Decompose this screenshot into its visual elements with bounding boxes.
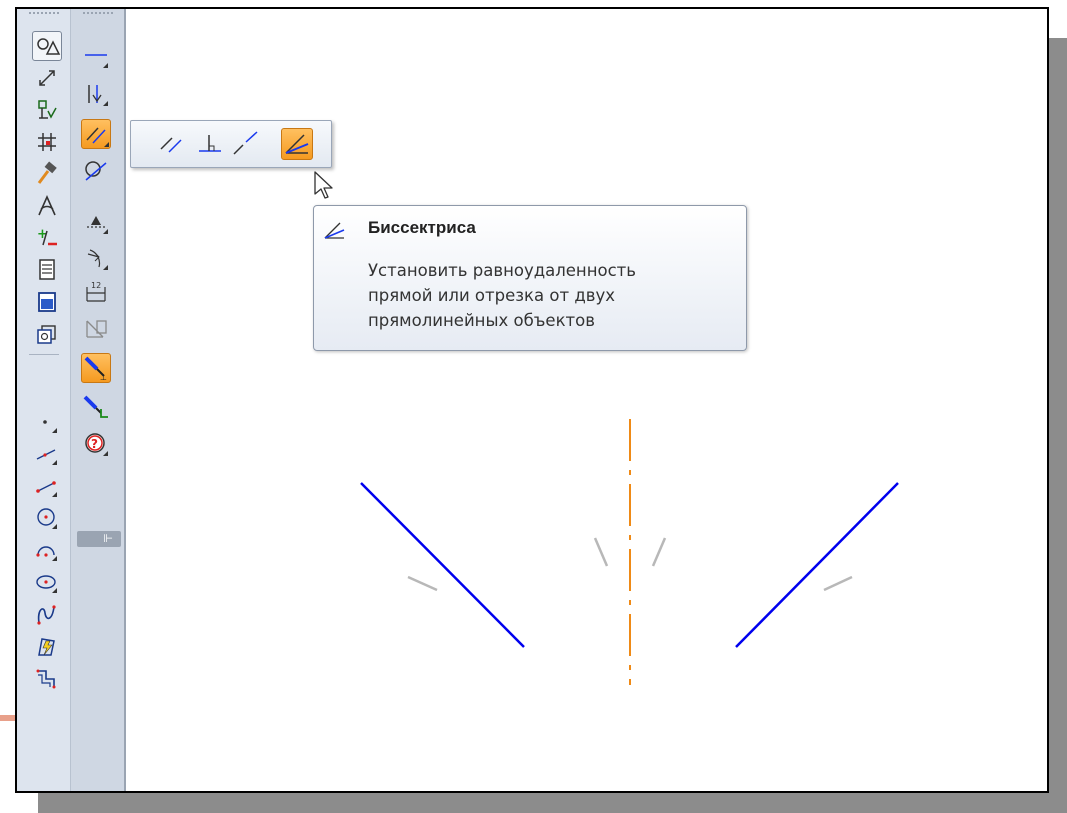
tooltip-description-line: Установить равноудаленность [368,261,637,280]
parallel-icon[interactable] [157,129,187,159]
mixed-icon[interactable] [32,631,62,661]
constraints-toolbar: 12 ⊥ ? ⊩ [71,9,126,791]
contour-icon[interactable] [32,663,62,693]
fix-point-icon[interactable] [81,79,111,109]
mouse-cursor-icon [314,171,333,199]
dimension-12-icon[interactable]: 12 [81,277,111,307]
edit-hammer-icon[interactable] [32,159,62,189]
parametrize-icon[interactable]: + [32,223,62,253]
dimension-icon[interactable] [32,63,62,93]
grid-icon[interactable] [32,127,62,157]
perpendicular-icon[interactable] [195,129,225,159]
circle-icon[interactable] [32,503,62,533]
dependency-icon [81,313,111,343]
bisector-icon [324,222,345,239]
line-icon[interactable] [32,439,62,469]
spline-icon[interactable] [32,599,62,629]
compact-toolbar: + [17,9,71,791]
arc-icon[interactable] [32,535,62,565]
angle-icon[interactable] [81,243,111,273]
constraint-icon[interactable] [32,95,62,125]
symmetry-icon[interactable] [81,207,111,237]
parallel-flyout-menu [130,120,332,168]
tangent-icon[interactable] [81,157,111,187]
auto-constraint-icon[interactable]: ⊥ [81,353,111,383]
tooltip-description-line: прямой или отрезка от двух [368,286,615,305]
hint-mark-center-left [593,537,609,567]
help-icon[interactable]: ? [81,429,111,459]
svg-text:⊥: ⊥ [100,373,107,382]
segment-icon[interactable] [32,471,62,501]
tooltip-description-line: прямолинейных объектов [368,311,595,330]
expand-panel-button[interactable]: ⊩ [77,531,121,547]
bisector-icon[interactable] [281,128,313,160]
view-icon[interactable] [32,287,62,317]
toolbar-separator [29,354,59,355]
spec-sheet-icon[interactable] [32,255,62,285]
toolbar-grip[interactable] [29,12,59,18]
svg-text:?: ? [91,437,98,451]
tooltip-title: Биссектриса [368,218,476,237]
point-on-curve-icon[interactable] [81,393,111,423]
hint-mark-left [407,575,438,592]
application-window: + 12 ⊥ ? ⊩ Биссектриса Установить равноу… [15,7,1049,793]
right-blue-line [735,482,899,648]
horizontal-icon[interactable] [81,41,111,71]
bisector-tooltip: Биссектриса Установить равноудаленность … [313,205,747,351]
toolbar-grip[interactable] [83,12,113,18]
tooltip-description: Установить равноудаленность прямой или о… [368,258,738,333]
hint-mark-right [823,575,853,592]
show-all-icon[interactable] [32,31,62,61]
hint-mark-center-right [651,537,667,567]
collinear-icon[interactable] [231,129,261,159]
svg-text:12: 12 [91,281,101,290]
3d-icon[interactable] [32,319,62,349]
point-icon[interactable] [32,407,62,437]
ellipse-icon[interactable] [32,567,62,597]
parallel-icon-active[interactable] [81,119,111,149]
left-blue-line [360,482,525,648]
geometry-icon[interactable] [32,191,62,221]
